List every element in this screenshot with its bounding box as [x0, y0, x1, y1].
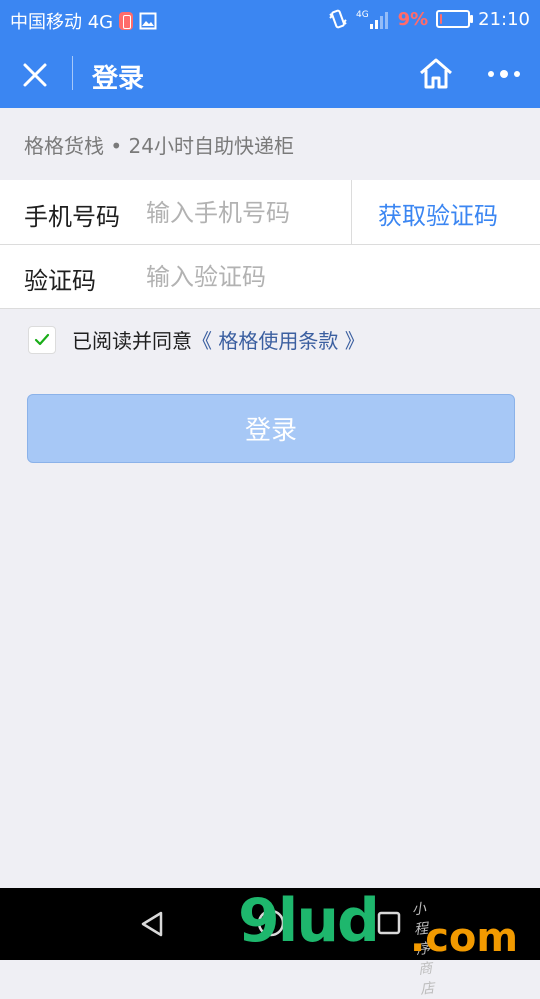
- phone-input[interactable]: [144, 196, 348, 232]
- get-code-button[interactable]: 获取验证码: [378, 196, 498, 231]
- watermark-suffix: .com: [410, 915, 519, 961]
- signal-icon: 4G: [356, 8, 390, 30]
- title-bar: 登录: [0, 38, 540, 108]
- agreement-text: 已阅读并同意: [72, 329, 192, 353]
- agree-checkbox[interactable]: [28, 325, 56, 354]
- home-button[interactable]: [416, 54, 456, 94]
- battery-percent: 9%: [397, 8, 429, 30]
- battery-icon: [436, 10, 474, 28]
- code-row: 验证码: [0, 244, 540, 309]
- more-button[interactable]: [484, 56, 524, 96]
- back-icon: [141, 911, 163, 937]
- battery-fill: [440, 14, 443, 24]
- home-icon: [420, 58, 452, 89]
- code-label: 验证码: [24, 267, 96, 295]
- more-icon: [488, 70, 520, 78]
- signal-label: 4G: [356, 10, 369, 20]
- status-left: 中国移动 4G: [10, 8, 157, 34]
- terms-link[interactable]: 《 格格使用条款 》: [192, 325, 365, 354]
- code-input[interactable]: [144, 260, 508, 296]
- status-right: 4G 9% 21:10: [328, 8, 530, 30]
- close-icon: [23, 63, 47, 87]
- login-form: 手机号码 获取验证码 验证码: [0, 180, 540, 309]
- login-button[interactable]: 登录: [27, 394, 515, 463]
- title-divider: [72, 56, 73, 90]
- phone-label: 手机号码: [24, 203, 120, 231]
- recent-apps-icon: [377, 911, 401, 935]
- close-button[interactable]: [16, 56, 54, 94]
- store-subtitle: 格格货栈 • 24小时自助快递柜: [24, 134, 294, 158]
- get-code-divider: [351, 180, 352, 244]
- watermark-brand: 9lud: [238, 886, 380, 956]
- nav-recent-button[interactable]: [374, 908, 404, 938]
- notification-pill-icon: [119, 12, 134, 30]
- agreement-row: 已阅读并同意 《 格格使用条款 》: [28, 325, 365, 354]
- clock: 21:10: [478, 8, 530, 30]
- phone-row: 手机号码 获取验证码: [0, 180, 540, 245]
- nav-back-button[interactable]: [137, 908, 169, 940]
- vibrate-icon: [328, 8, 348, 30]
- photo-icon: [139, 12, 157, 30]
- carrier-text: 中国移动 4G: [10, 12, 114, 33]
- checkmark-icon: [34, 333, 50, 345]
- status-bar: 中国移动 4G 4G 9% 21:10: [0, 0, 540, 38]
- page-title: 登录: [92, 64, 145, 94]
